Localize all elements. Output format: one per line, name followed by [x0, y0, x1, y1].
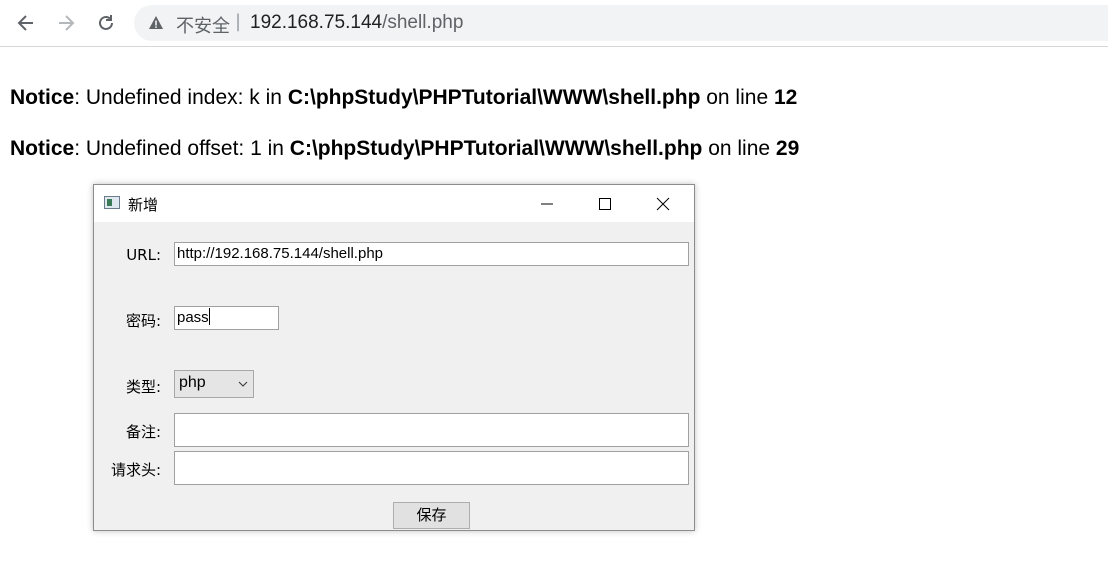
reload-icon	[99, 15, 113, 30]
type-select[interactable]: php	[174, 370, 254, 398]
chevron-down-icon	[238, 381, 248, 387]
forward-button[interactable]	[54, 11, 78, 35]
arrow-right-icon	[59, 15, 75, 31]
notice-level: Notice	[10, 86, 75, 109]
browser-toolbar: 不安全 | 192.168.75.144/shell.php	[0, 0, 1108, 47]
app-icon	[104, 196, 120, 209]
password-input[interactable]: pass	[174, 306, 279, 330]
notice-line: 29	[775, 137, 800, 160]
notice-file: C:\phpStudy\PHPTutorial\WWW\shell.php	[289, 137, 703, 160]
type-select-value: php	[179, 374, 206, 391]
php-notice: Notice: Undefined index: k in C:\phpStud…	[10, 86, 797, 110]
headers-input[interactable]	[174, 451, 689, 485]
dialog-title: 新增	[128, 196, 159, 214]
notice-message: : Undefined index: k in	[74, 86, 288, 109]
note-input[interactable]	[174, 413, 689, 447]
password-value: pass	[177, 309, 209, 326]
separator: |	[235, 11, 242, 32]
back-button[interactable]	[14, 11, 38, 35]
headers-label: 请求头:	[110, 461, 161, 479]
minimize-icon	[541, 203, 553, 204]
password-label: 密码:	[125, 312, 161, 330]
dialog-titlebar[interactable]: 新增	[94, 185, 694, 222]
save-button[interactable]: 保存	[393, 502, 470, 529]
address-bar[interactable]: 不安全 | 192.168.75.144/shell.php	[134, 5, 1108, 41]
notice-line: 12	[773, 86, 798, 109]
notice-on-line: on line	[702, 137, 776, 160]
notice-file: C:\phpStudy\PHPTutorial\WWW\shell.php	[287, 86, 701, 109]
close-icon	[656, 197, 670, 210]
minimize-button[interactable]	[518, 185, 576, 222]
notice-on-line: on line	[700, 86, 774, 109]
close-button[interactable]	[634, 185, 692, 222]
url-label: URL:	[126, 246, 161, 264]
type-label: 类型:	[125, 378, 161, 396]
warning-icon[interactable]	[148, 15, 164, 31]
url-text[interactable]: 192.168.75.144/shell.php	[250, 12, 463, 34]
maximize-icon	[599, 197, 611, 210]
text-caret	[208, 308, 210, 325]
php-notice: Notice: Undefined offset: 1 in C:\phpStu…	[10, 137, 799, 161]
maximize-button[interactable]	[576, 185, 634, 222]
url-path: /shell.php	[382, 12, 464, 33]
notice-message: : Undefined offset: 1 in	[74, 137, 290, 160]
security-status[interactable]: 不安全	[176, 12, 230, 38]
url-host: 192.168.75.144	[250, 12, 383, 33]
arrow-left-icon	[17, 15, 33, 31]
notice-level: Notice	[10, 137, 75, 160]
url-input[interactable]: http://192.168.75.144/shell.php	[174, 242, 689, 266]
add-dialog: 新增 URL: http://192.168.75.144/shell.php …	[93, 184, 695, 531]
reload-button[interactable]	[94, 11, 118, 35]
note-label: 备注:	[125, 423, 161, 441]
